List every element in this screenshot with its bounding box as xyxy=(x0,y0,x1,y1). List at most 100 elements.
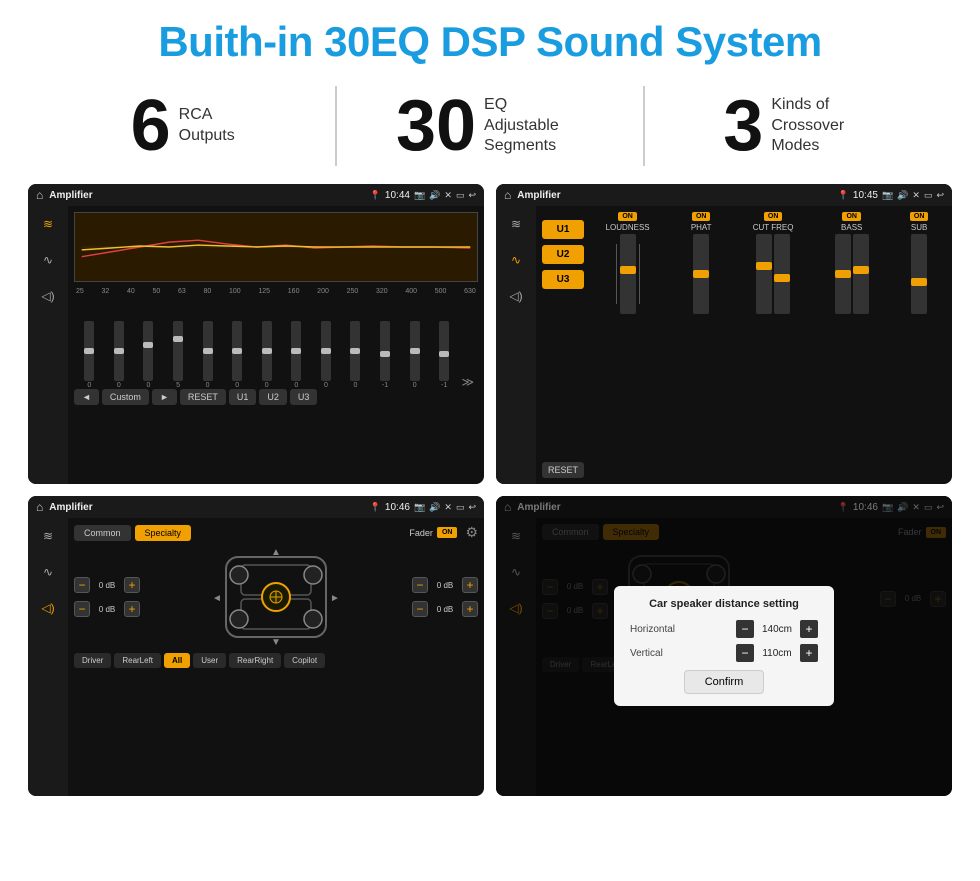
specialty-tab[interactable]: Specialty xyxy=(135,525,192,541)
vol-rl-minus[interactable]: − xyxy=(74,601,90,617)
eq-play-btn[interactable]: ► xyxy=(152,389,177,405)
dsp-screen-card: ⌂ Amplifier 📍 10:45 📷 🔊 ✕ ▭ ↩ ≋ ∿ ◁) xyxy=(496,184,952,484)
sound-icon-1: 🔊 xyxy=(429,190,440,201)
sub-slider[interactable] xyxy=(911,234,927,314)
eq-prev-btn[interactable]: ◄ xyxy=(74,389,99,405)
bass-slider-1[interactable] xyxy=(835,234,851,314)
slider-track-13[interactable] xyxy=(439,321,449,381)
eq-expand-btn[interactable]: ≫ xyxy=(459,375,476,389)
slider-val-3: 0 xyxy=(146,382,150,389)
dialog-vertical-plus[interactable]: + xyxy=(800,644,818,662)
close-icon-2: ✕ xyxy=(912,190,920,201)
dialog-vertical-minus[interactable]: − xyxy=(736,644,754,662)
slider-track-8[interactable] xyxy=(291,321,301,381)
fader-on-toggle[interactable]: ON xyxy=(437,527,458,538)
speaker-screen-card: ⌂ Amplifier 📍 10:46 📷 🔊 ✕ ▭ ↩ ≋ ∿ ◁) xyxy=(28,496,484,796)
camera-icon-2: 📷 xyxy=(882,190,893,201)
dialog-box: Car speaker distance setting Horizontal … xyxy=(614,586,834,706)
dialog-horizontal-plus[interactable]: + xyxy=(800,620,818,638)
back-icon-2: ↩ xyxy=(936,190,944,201)
vol-fl-val: 0 dB xyxy=(93,581,121,590)
freq-200: 200 xyxy=(317,288,329,295)
cutfreq-label: CUT FREQ xyxy=(753,223,794,232)
eq-u1-btn[interactable]: U1 xyxy=(229,389,257,405)
dialog-horizontal-minus[interactable]: − xyxy=(736,620,754,638)
bass-thumb-1 xyxy=(835,270,851,278)
wave-icon[interactable]: ∿ xyxy=(35,250,61,270)
freq-40: 40 xyxy=(127,288,135,295)
all-btn[interactable]: All xyxy=(164,653,190,668)
slider-col-8: 0 xyxy=(283,321,310,389)
speaker-icon-2[interactable]: ◁) xyxy=(503,286,529,306)
slider-track-6[interactable] xyxy=(232,321,242,381)
time-1: 10:44 xyxy=(385,190,410,201)
wave-icon-3[interactable]: ∿ xyxy=(35,562,61,582)
vol-fr-minus[interactable]: − xyxy=(412,577,428,593)
slider-thumb-2 xyxy=(114,348,124,354)
settings-icon[interactable]: ⚙ xyxy=(465,524,478,541)
vol-fr-plus[interactable]: + xyxy=(462,577,478,593)
vol-rl-plus[interactable]: + xyxy=(124,601,140,617)
screen-title-1: Amplifier xyxy=(49,190,363,201)
slider-track-2[interactable] xyxy=(114,321,124,381)
slider-track-1[interactable] xyxy=(84,321,94,381)
home-icon-1[interactable]: ⌂ xyxy=(36,188,43,202)
pin-icon-2: 📍 xyxy=(838,190,849,201)
slider-track-9[interactable] xyxy=(321,321,331,381)
sub-thumb xyxy=(911,278,927,286)
vol-rr-plus[interactable]: + xyxy=(462,601,478,617)
dsp-reset-btn[interactable]: RESET xyxy=(542,462,584,478)
slider-track-7[interactable] xyxy=(262,321,272,381)
eq-u2-btn[interactable]: U2 xyxy=(259,389,287,405)
slider-track-5[interactable] xyxy=(203,321,213,381)
dialog-horizontal-controls: − 140cm + xyxy=(736,620,818,638)
status-icons-3: 📍 10:46 📷 🔊 ✕ ▭ ↩ xyxy=(370,502,476,513)
loudness-controls xyxy=(616,234,640,314)
rearright-btn[interactable]: RearRight xyxy=(229,653,281,668)
slider-track-4[interactable] xyxy=(173,321,183,381)
slider-col-13: -1 xyxy=(431,321,458,389)
slider-track-3[interactable] xyxy=(143,321,153,381)
equalizer-icon[interactable]: ≋ xyxy=(35,214,61,234)
loudness-slider[interactable] xyxy=(620,234,636,314)
eq-u3-btn[interactable]: U3 xyxy=(290,389,318,405)
dsp-u3-btn[interactable]: U3 xyxy=(542,270,584,289)
eq-screen-card: ⌂ Amplifier 📍 10:44 📷 🔊 ✕ ▭ ↩ ≋ ∿ ◁) xyxy=(28,184,484,484)
dialog-vertical-value: 110cm xyxy=(758,648,796,659)
vol-fl-minus[interactable]: − xyxy=(74,577,90,593)
eq-custom-btn[interactable]: Custom xyxy=(102,389,149,405)
equalizer-icon-2[interactable]: ≋ xyxy=(503,214,529,234)
dsp-controls-row: ON LOUDNESS xyxy=(588,212,946,314)
slider-track-12[interactable] xyxy=(410,321,420,381)
loudness-on-badge: ON xyxy=(618,212,637,221)
eq-reset-btn[interactable]: RESET xyxy=(180,389,226,405)
slider-thumb-4 xyxy=(173,336,183,342)
phat-slider[interactable] xyxy=(693,234,709,314)
common-tab[interactable]: Common xyxy=(74,525,131,541)
driver-btn[interactable]: Driver xyxy=(74,653,111,668)
svg-text:◄: ◄ xyxy=(212,593,222,604)
dialog-confirm-button[interactable]: Confirm xyxy=(684,670,765,694)
slider-track-10[interactable] xyxy=(350,321,360,381)
freq-25: 25 xyxy=(76,288,84,295)
wave-icon-2[interactable]: ∿ xyxy=(503,250,529,270)
user-btn[interactable]: User xyxy=(193,653,226,668)
home-icon-3[interactable]: ⌂ xyxy=(36,500,43,514)
slider-track-11[interactable] xyxy=(380,321,390,381)
dialog-vertical-label: Vertical xyxy=(630,648,690,659)
cutfreq-on-badge: ON xyxy=(764,212,783,221)
home-icon-2[interactable]: ⌂ xyxy=(504,188,511,202)
cutfreq-slider-1[interactable] xyxy=(756,234,772,314)
dsp-u2-btn[interactable]: U2 xyxy=(542,245,584,264)
dsp-u1-btn[interactable]: U1 xyxy=(542,220,584,239)
equalizer-icon-3[interactable]: ≋ xyxy=(35,526,61,546)
speaker-icon[interactable]: ◁) xyxy=(35,286,61,306)
vol-rr-minus[interactable]: − xyxy=(412,601,428,617)
bass-slider-2[interactable] xyxy=(853,234,869,314)
copilot-btn[interactable]: Copilot xyxy=(284,653,325,668)
cutfreq-slider-2[interactable] xyxy=(774,234,790,314)
stat-divider-1 xyxy=(335,86,337,166)
vol-fl-plus[interactable]: + xyxy=(124,577,140,593)
rearleft-btn[interactable]: RearLeft xyxy=(114,653,161,668)
speaker-icon-3[interactable]: ◁) xyxy=(35,598,61,618)
